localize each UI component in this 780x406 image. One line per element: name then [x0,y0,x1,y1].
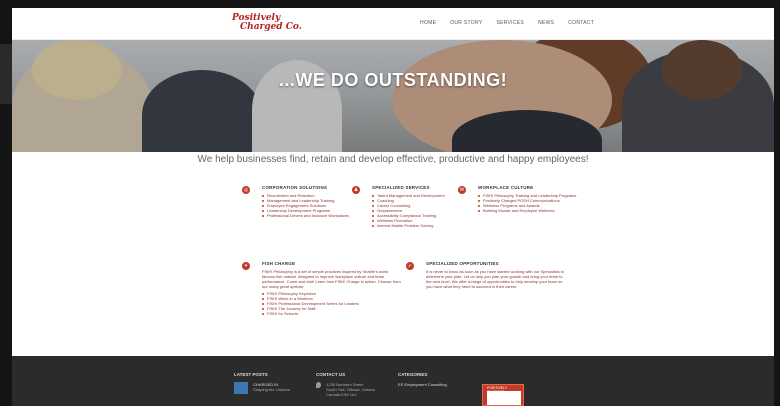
nav-home[interactable]: HOME [420,20,436,26]
service-description: It is never to know as soon as you have … [426,269,565,289]
hero-overlay [12,40,774,152]
service-item[interactable]: Building Morale and Employee Wellness [478,208,588,213]
service-column: SPECIALIZED OPPORTUNITIES It is never to… [426,261,566,289]
webpage: Positively Charged Co. HOME OUR STORY SE… [12,8,774,406]
service-item[interactable]: Professional Drivers and Inclusive Workp… [262,213,372,218]
footer-contact: CONTACT US 1235 Northern Street South Ts… [316,372,375,397]
footer-heading: LATEST POSTS [234,372,268,377]
site-header: Positively Charged Co. HOME OUR STORY SE… [12,8,774,40]
location-pin-icon [316,382,321,388]
post-subtitle: Shaping the Leaders [253,387,291,392]
service-column: WORKPLACE CULTURE FISH! Philosophy Train… [478,185,588,213]
post-thumbnail[interactable] [234,382,248,394]
badge-image [487,391,521,405]
hero-banner: ...WE DO OUTSTANDING! [12,40,774,152]
person-icon: ♟ [352,186,360,194]
service-description: FISH! Philosophy is a set of simple prac… [262,269,401,289]
nav-contact[interactable]: CONTACT [568,20,594,26]
hero-title: ...WE DO OUTSTANDING! [278,70,508,90]
service-title: FISH CHARGE [262,261,296,266]
service-item[interactable]: FISH! for Schools [262,311,402,316]
footer-latest-posts: LATEST POSTS CHARGED IN Shaping the Lead… [234,372,290,394]
nav-our-story[interactable]: OUR STORY [450,20,482,26]
fish-icon: ✦ [242,262,250,270]
site-footer: LATEST POSTS CHARGED IN Shaping the Lead… [12,356,774,406]
site-logo[interactable]: Positively Charged Co. [232,14,302,32]
service-title: WORKPLACE CULTURE [478,185,534,190]
address-line: Canada K9A 1A1 [326,392,357,397]
tagline: We help businesses find, retain and deve… [197,154,589,165]
service-column: FISH CHARGE FISH! Philosophy is a set of… [262,261,402,316]
target-icon: ◎ [242,186,250,194]
main-nav: HOME OUR STORY SERVICES NEWS CONTACT [420,20,594,26]
rocket-icon: ➶ [406,262,414,270]
nav-services[interactable]: SERVICES [496,20,524,26]
footer-categories: CATEGORIES ES Employment Consulting [398,372,447,387]
mail-icon: ✉ [458,186,466,194]
footer-badge[interactable]: POSITIVELY CHARGED [482,384,524,406]
nav-news[interactable]: NEWS [538,20,554,26]
category-item[interactable]: ES Employment Consulting [398,382,447,387]
footer-heading: CATEGORIES [398,372,428,377]
service-item[interactable]: Internal Mobile Problem Solving [372,223,482,228]
footer-heading: CONTACT US [316,372,346,377]
service-title: SPECIALIZED OPPORTUNITIES [426,261,499,266]
logo-line-2: Charged Co. [240,22,302,32]
